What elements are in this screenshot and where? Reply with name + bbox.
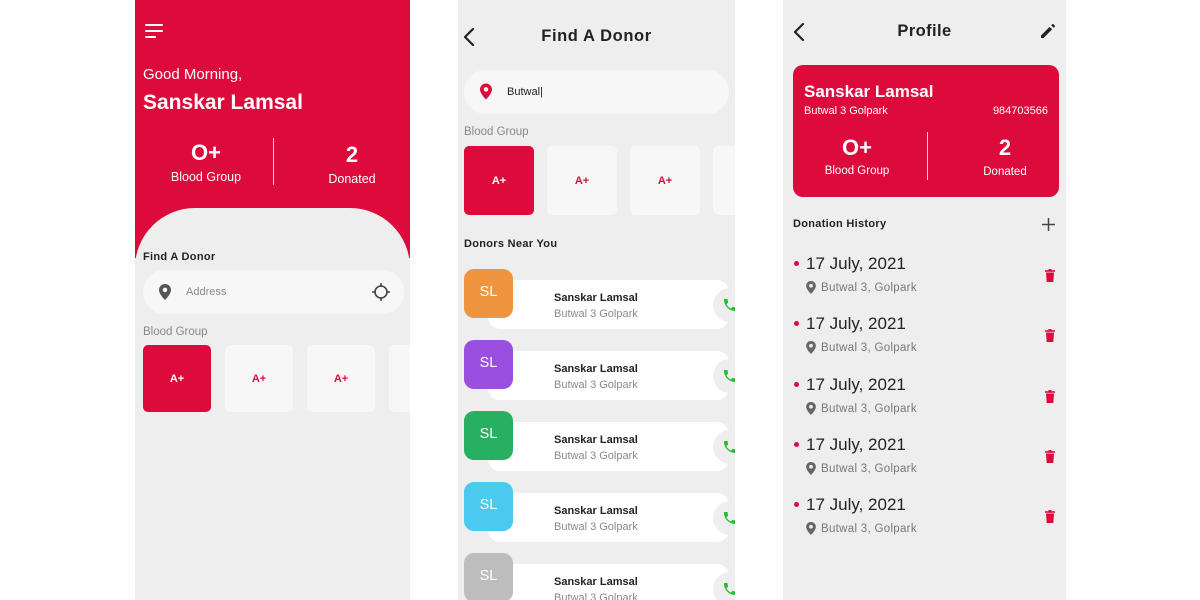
donor-name: Sanskar Lamsal (554, 576, 638, 588)
donor-avatar: SL (464, 269, 513, 318)
donation-history-title: Donation History (793, 218, 887, 230)
address-search[interactable]: Address (143, 270, 404, 314)
history-location: Butwal 3, Golpark (821, 523, 917, 536)
phone-icon (724, 441, 735, 453)
search-value: Butwal| (507, 86, 543, 98)
profile-phone: 984703566 (992, 105, 1048, 117)
profile-card: Sanskar Lamsal Butwal 3 Golpark 98470356… (793, 65, 1059, 197)
donor-address: Butwal 3 Golpark (554, 308, 638, 320)
blood-group-label: Blood Group (170, 170, 242, 184)
donor-name: Sanskar Lamsal (554, 434, 638, 446)
history-location: Butwal 3, Golpark (821, 342, 917, 355)
page-title: Profile (897, 22, 952, 40)
find-donor-title: Find A Donor (143, 251, 216, 263)
donor-avatar: SL (464, 553, 513, 600)
user-name: Sanskar Lamsal (143, 91, 303, 114)
history-date: 17 July, 2021 (806, 254, 906, 273)
donated-label: Donated (983, 166, 1027, 178)
blood-group-section-label: Blood Group (143, 326, 208, 338)
history-date: 17 July, 2021 (806, 314, 906, 334)
call-button[interactable] (713, 501, 735, 535)
location-pin-icon (159, 284, 171, 300)
call-button[interactable] (713, 288, 735, 322)
donor-avatar: SL (464, 411, 513, 460)
history-date: 17 July, 2021 (806, 434, 906, 454)
blood-group-label: Blood Group (824, 165, 890, 177)
add-icon[interactable] (1042, 218, 1055, 231)
location-pin-icon (806, 341, 816, 359)
location-search[interactable]: Butwal| (464, 70, 729, 114)
edit-pencil-icon[interactable] (1039, 22, 1057, 40)
donor-address: Butwal 3 Golpark (554, 379, 638, 391)
stats-divider (927, 132, 928, 180)
donor-avatar: SL (464, 482, 513, 531)
donated-value: 2 (345, 142, 359, 167)
phone-icon (724, 299, 735, 311)
donated-label: Donated (328, 172, 376, 186)
donor-name: Sanskar Lamsal (554, 363, 638, 375)
history-date: 17 July, 2021 (806, 374, 906, 394)
donor-address: Butwal 3 Golpark (554, 521, 638, 533)
donor-card[interactable]: Sanskar Lamsal Butwal 3 Golpark (488, 493, 735, 542)
donor-address: Butwal 3 Golpark (554, 592, 638, 600)
menu-icon[interactable] (145, 24, 163, 40)
home-screen: Good Morning, Sanskar Lamsal O+ Blood Gr… (135, 0, 410, 600)
page-title: Find A Donor (541, 27, 652, 45)
delete-icon[interactable] (1045, 329, 1055, 343)
phone-icon (724, 370, 735, 382)
phone-icon (724, 512, 735, 524)
bullet-dot (794, 261, 799, 266)
delete-icon[interactable] (1045, 269, 1055, 282)
address-placeholder: Address (186, 286, 227, 298)
delete-icon[interactable] (1045, 449, 1055, 463)
blood-group-option-partial[interactable] (389, 345, 410, 412)
blood-group-option[interactable]: A+ (307, 345, 375, 412)
location-pin-icon (806, 281, 816, 299)
locate-me-icon[interactable] (371, 282, 391, 302)
history-location: Butwal 3, Golpark (821, 282, 917, 294)
donor-name: Sanskar Lamsal (554, 292, 638, 304)
blood-group-value: O+ (842, 135, 872, 160)
blood-group-option[interactable]: A+ (143, 345, 211, 412)
donor-card[interactable]: Sanskar Lamsal Butwal 3 Golpark (488, 351, 735, 400)
profile-address: Butwal 3 Golpark (804, 105, 888, 117)
donor-address: Butwal 3 Golpark (554, 450, 638, 462)
donated-value: 2 (998, 135, 1012, 160)
call-button[interactable] (713, 572, 735, 600)
blood-group-option[interactable]: A+ (464, 146, 534, 215)
blood-group-option[interactable]: A+ (225, 345, 293, 412)
donor-avatar: SL (464, 340, 513, 389)
location-pin-icon (806, 522, 816, 540)
bullet-dot (794, 381, 799, 387)
call-button[interactable] (713, 430, 735, 464)
blood-group-option[interactable]: A+ (630, 146, 700, 215)
bullet-dot (794, 502, 799, 508)
delete-icon[interactable] (1045, 510, 1055, 524)
bullet-dot (794, 441, 799, 447)
find-donor-screen: Find A Donor Butwal| Blood Group A+ A+ A… (458, 0, 735, 600)
blood-group-section-label: Blood Group (464, 126, 529, 138)
donor-card[interactable]: Sanskar Lamsal Butwal 3 Golpark (488, 422, 735, 471)
location-pin-icon (806, 461, 816, 480)
blood-group-value: O+ (191, 140, 221, 165)
greeting-text: Good Morning, (143, 66, 243, 83)
history-location: Butwal 3, Golpark (821, 462, 917, 475)
history-date: 17 July, 2021 (806, 495, 906, 515)
delete-icon[interactable] (1045, 389, 1055, 403)
blood-group-option-partial[interactable] (713, 146, 735, 215)
location-pin-icon (806, 401, 816, 420)
blood-group-option[interactable]: A+ (547, 146, 617, 215)
phone-icon (724, 583, 735, 595)
profile-name: Sanskar Lamsal (804, 82, 934, 101)
profile-screen: Profile Sanskar Lamsal Butwal 3 Golpark … (783, 0, 1066, 600)
donor-card[interactable]: Sanskar Lamsal Butwal 3 Golpark (488, 280, 735, 329)
call-button[interactable] (713, 359, 735, 393)
stats-divider (273, 138, 274, 185)
donors-near-title: Donors Near You (464, 238, 558, 250)
donor-card[interactable]: Sanskar Lamsal Butwal 3 Golpark (488, 564, 735, 600)
history-location: Butwal 3, Golpark (821, 402, 917, 415)
donor-name: Sanskar Lamsal (554, 505, 638, 517)
bullet-dot (794, 321, 799, 327)
location-pin-icon (480, 83, 492, 100)
